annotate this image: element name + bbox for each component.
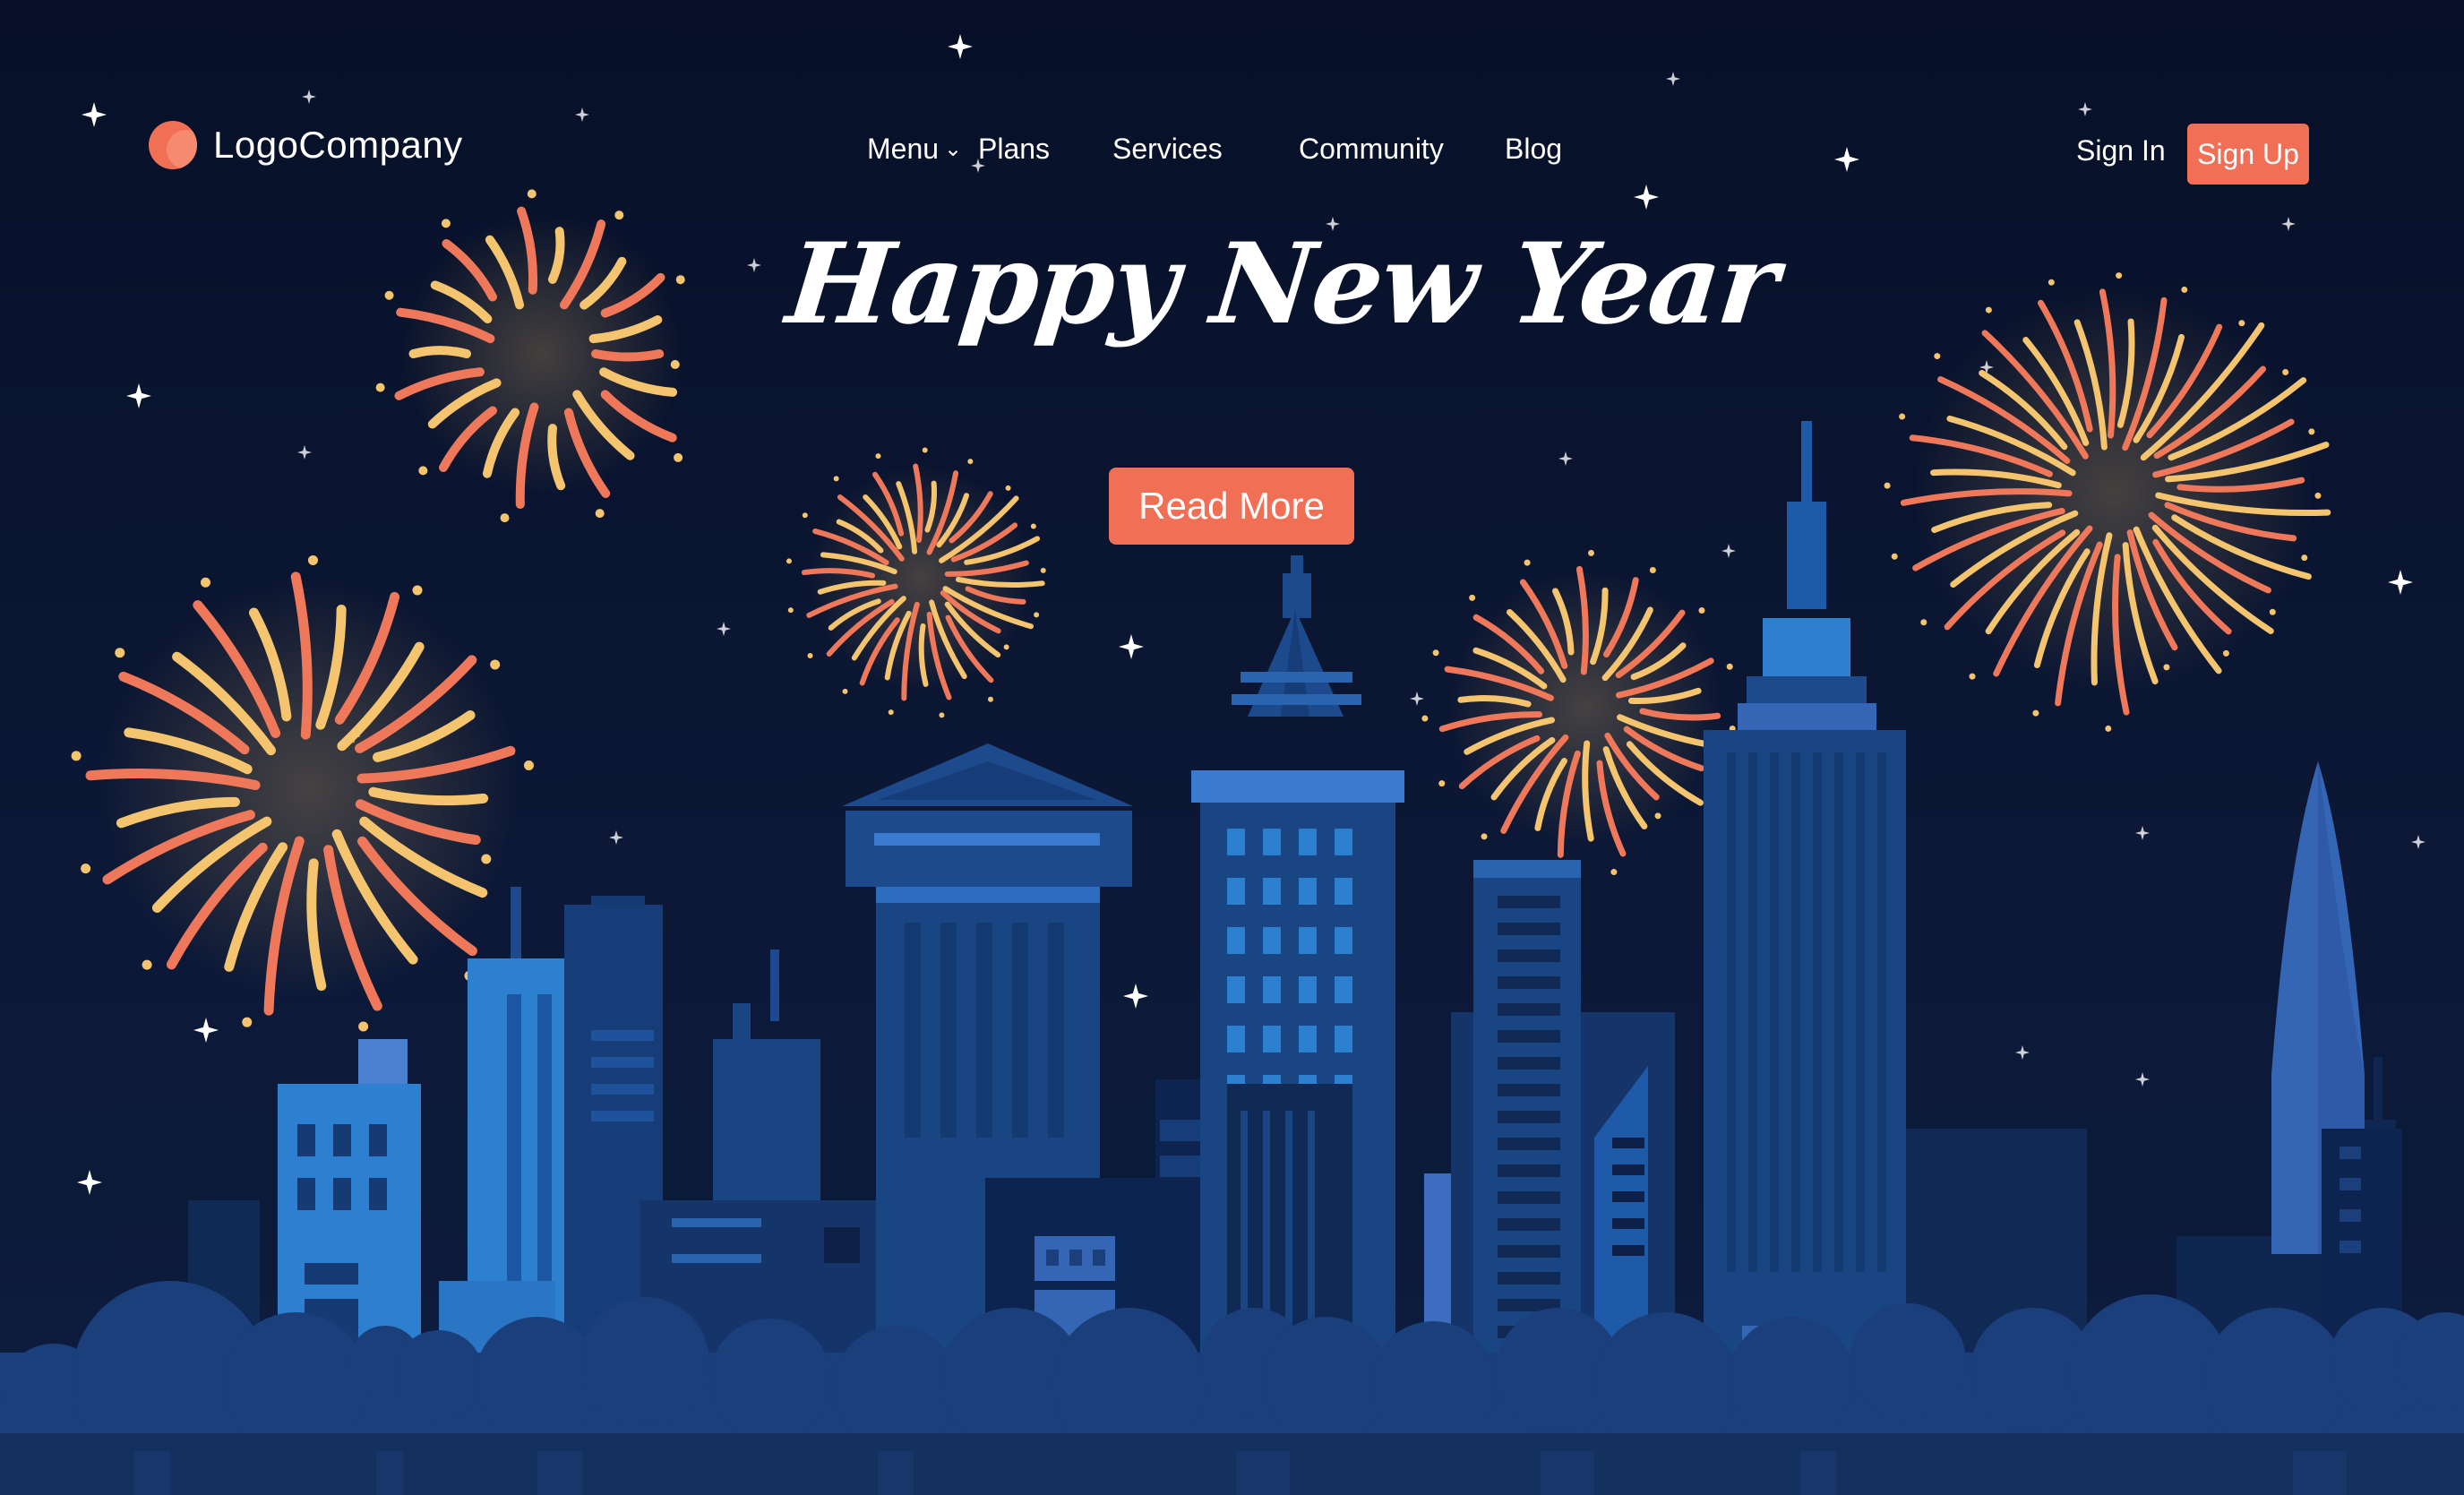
nav-item-plans[interactable]: Plans bbox=[978, 133, 1112, 166]
main-menu: Menu ⌄ Plans Services Community Blog bbox=[867, 133, 1562, 166]
nav-item-services[interactable]: Services bbox=[1112, 133, 1299, 166]
sign-up-button[interactable]: Sign Up bbox=[2187, 124, 2309, 185]
top-navigation: LogoCompany Menu ⌄ Plans Services Communi… bbox=[0, 0, 2464, 233]
nav-item-menu[interactable]: Menu ⌄ bbox=[867, 133, 962, 166]
sign-in-link[interactable]: Sign In bbox=[2076, 134, 2166, 168]
hero-headline: Happy New Year bbox=[781, 219, 1783, 349]
nav-item-menu-label: Menu bbox=[867, 133, 940, 165]
logo-mark-icon bbox=[149, 121, 197, 169]
read-more-button[interactable]: Read More bbox=[1109, 468, 1354, 545]
brand-logo[interactable]: LogoCompany bbox=[149, 118, 463, 172]
chevron-down-icon: ⌄ bbox=[944, 137, 963, 161]
nav-item-community[interactable]: Community bbox=[1299, 133, 1505, 166]
nav-item-blog[interactable]: Blog bbox=[1505, 133, 1562, 166]
water-reflection bbox=[0, 1433, 2464, 1495]
brand-name: LogoCompany bbox=[213, 124, 463, 166]
